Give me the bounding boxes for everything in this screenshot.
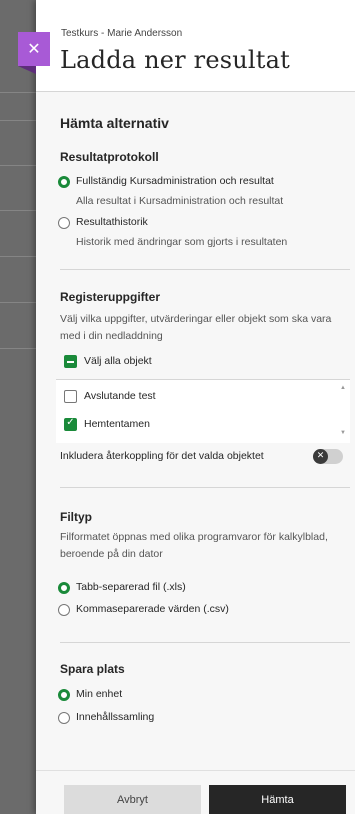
location-title: Spara plats (60, 662, 125, 676)
select-all-label[interactable]: Välj alla objekt (84, 355, 152, 367)
select-all-checkbox[interactable] (64, 355, 77, 368)
backdrop-divider (0, 348, 36, 349)
panel-content: Hämta alternativ Resultatprotokoll Fulls… (36, 93, 355, 769)
backdrop-divider (0, 302, 36, 303)
protocol-title: Resultatprotokoll (60, 150, 159, 164)
backdrop-divider (0, 210, 36, 211)
radio-content-collection[interactable] (58, 712, 70, 724)
feedback-label: Inkludera återkoppling för det valda obj… (60, 450, 264, 462)
close-icon: ✕ (27, 39, 41, 58)
course-name: Testkurs - Marie Andersson (61, 28, 183, 39)
feedback-toggle[interactable]: ✕ (313, 449, 343, 464)
radio-full-report[interactable] (58, 176, 70, 188)
records-item-checkbox[interactable] (64, 390, 77, 403)
radio-full-report-label[interactable]: Fullständig Kursadministration och resul… (76, 175, 274, 187)
radio-history-label[interactable]: Resultathistorik (76, 216, 148, 228)
filetype-title: Filtyp (60, 510, 92, 524)
scroll-up-icon[interactable]: ▲ (340, 385, 346, 391)
section-divider (60, 487, 350, 488)
radio-history-description: Historik med ändringar som gjorts i resu… (76, 236, 288, 248)
radio-csv-label[interactable]: Kommaseparerade värden (.csv) (76, 603, 229, 615)
page-title: Ladda ner resultat (60, 46, 290, 74)
records-item-label[interactable]: Avslutande test (84, 390, 156, 402)
submit-button[interactable]: Hämta (209, 785, 346, 814)
panel-header: Testkurs - Marie Andersson Ladda ner res… (36, 0, 355, 92)
download-results-panel: Testkurs - Marie Andersson Ladda ner res… (36, 0, 355, 814)
records-item-checkbox[interactable]: ✓ (64, 417, 77, 431)
page-backdrop (0, 0, 36, 814)
cancel-button[interactable]: Avbryt (64, 785, 201, 814)
backdrop-divider (0, 120, 36, 121)
records-description: Välj vilka uppgifter, utvärderingar elle… (60, 313, 332, 342)
section-divider (60, 269, 350, 270)
radio-csv[interactable] (58, 604, 70, 616)
records-list: ▲ Avslutande test ✓ Hemtentamen ▼ (56, 379, 350, 443)
records-item-label[interactable]: Hemtentamen (84, 418, 150, 430)
scroll-down-icon[interactable]: ▼ (340, 430, 346, 436)
toggle-off-icon: ✕ (313, 449, 328, 464)
options-heading: Hämta alternativ (60, 115, 169, 131)
section-divider (60, 642, 350, 643)
radio-content-collection-label[interactable]: Innehållssamling (76, 711, 154, 723)
backdrop-divider (0, 165, 36, 166)
close-tab-fold (18, 66, 36, 74)
close-panel-button[interactable]: ✕ (18, 32, 50, 66)
backdrop-divider (0, 92, 36, 93)
radio-xls[interactable] (58, 582, 70, 594)
filetype-description: Filformatet öppnas med olika programvaro… (60, 531, 328, 560)
radio-full-report-description: Alla resultat i Kursadministration och r… (76, 195, 284, 207)
panel-footer: Avbryt Hämta (36, 770, 355, 814)
radio-history[interactable] (58, 217, 70, 229)
radio-my-device[interactable] (58, 689, 70, 701)
backdrop-divider (0, 256, 36, 257)
radio-my-device-label[interactable]: Min enhet (76, 688, 122, 700)
records-title: Registeruppgifter (60, 290, 161, 304)
radio-xls-label[interactable]: Tabb-separerad fil (.xls) (76, 581, 186, 593)
